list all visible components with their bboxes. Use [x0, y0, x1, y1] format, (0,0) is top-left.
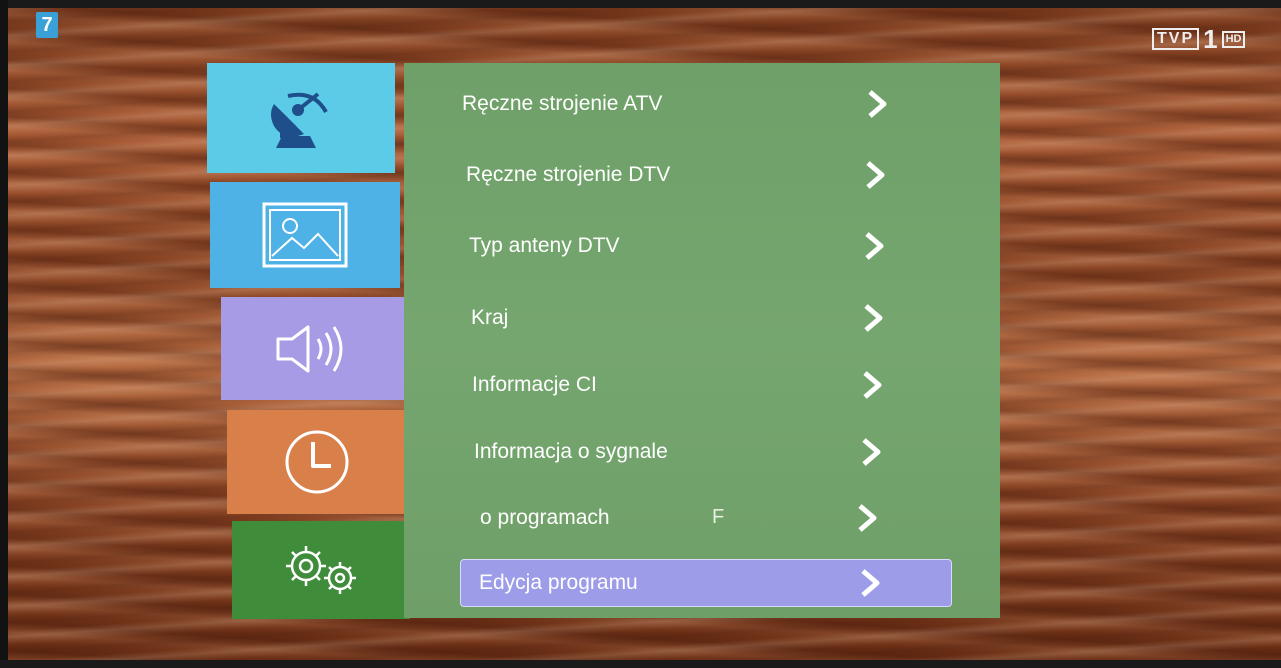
- menu-item-label: Informacja o sygnale: [474, 440, 668, 463]
- category-settings[interactable]: [232, 521, 410, 619]
- chevron-right-icon: [868, 90, 887, 118]
- satellite-dish-icon: [271, 92, 328, 148]
- chevron-right-icon: [866, 161, 885, 189]
- picture-icon: [262, 202, 348, 268]
- menu-item-manual-atv-tuning[interactable]: Ręczne strojenie ATV: [462, 86, 890, 122]
- menu-item-ci-information[interactable]: Informacje CI: [472, 367, 885, 403]
- menu-item-label: Ręczne strojenie DTV: [466, 163, 671, 186]
- menu-item-dtv-antenna-type[interactable]: Typ anteny DTV: [469, 228, 887, 264]
- menu-item-signal-information[interactable]: Informacja o sygnale: [474, 434, 884, 470]
- tv-bezel-top: [0, 0, 1281, 8]
- channel-number: 7: [36, 12, 58, 38]
- menu-item-program-edit[interactable]: Edycja programu: [460, 559, 952, 607]
- clock-icon: [285, 430, 349, 494]
- broadcaster-name: TVP: [1152, 28, 1200, 50]
- menu-item-extra-text: F: [712, 506, 725, 528]
- category-channel[interactable]: [207, 63, 395, 173]
- broadcaster-logo: TVP 1 HD: [1152, 24, 1246, 54]
- hd-badge: HD: [1221, 30, 1246, 48]
- menu-item-program-info[interactable]: o programach: [480, 500, 880, 536]
- menu-item-label: Informacje CI: [472, 373, 597, 396]
- category-time[interactable]: [227, 410, 407, 514]
- chevron-right-icon: [858, 504, 877, 532]
- gears-icon: [286, 546, 356, 594]
- category-sound[interactable]: [221, 297, 404, 400]
- speaker-icon: [276, 325, 342, 372]
- chevron-right-icon: [863, 371, 882, 399]
- menu-item-label: Kraj: [471, 306, 509, 329]
- chevron-right-icon: [861, 569, 880, 597]
- category-picture[interactable]: [210, 182, 400, 288]
- menu-item-manual-dtv-tuning[interactable]: Ręczne strojenie DTV: [466, 157, 888, 193]
- chevron-right-icon: [862, 438, 881, 466]
- tv-bezel-left: [0, 0, 8, 668]
- broadcaster-number: 1: [1203, 24, 1218, 54]
- chevron-right-icon: [864, 304, 883, 332]
- menu-item-country[interactable]: Kraj: [471, 300, 886, 336]
- menu-item-label: o programach: [480, 506, 610, 529]
- menu-item-label: Ręczne strojenie ATV: [462, 92, 663, 115]
- menu-item-label: Edycja programu: [479, 571, 638, 594]
- tv-bezel-bottom: [0, 660, 1281, 668]
- chevron-right-icon: [865, 232, 884, 260]
- menu-item-label: Typ anteny DTV: [469, 234, 620, 257]
